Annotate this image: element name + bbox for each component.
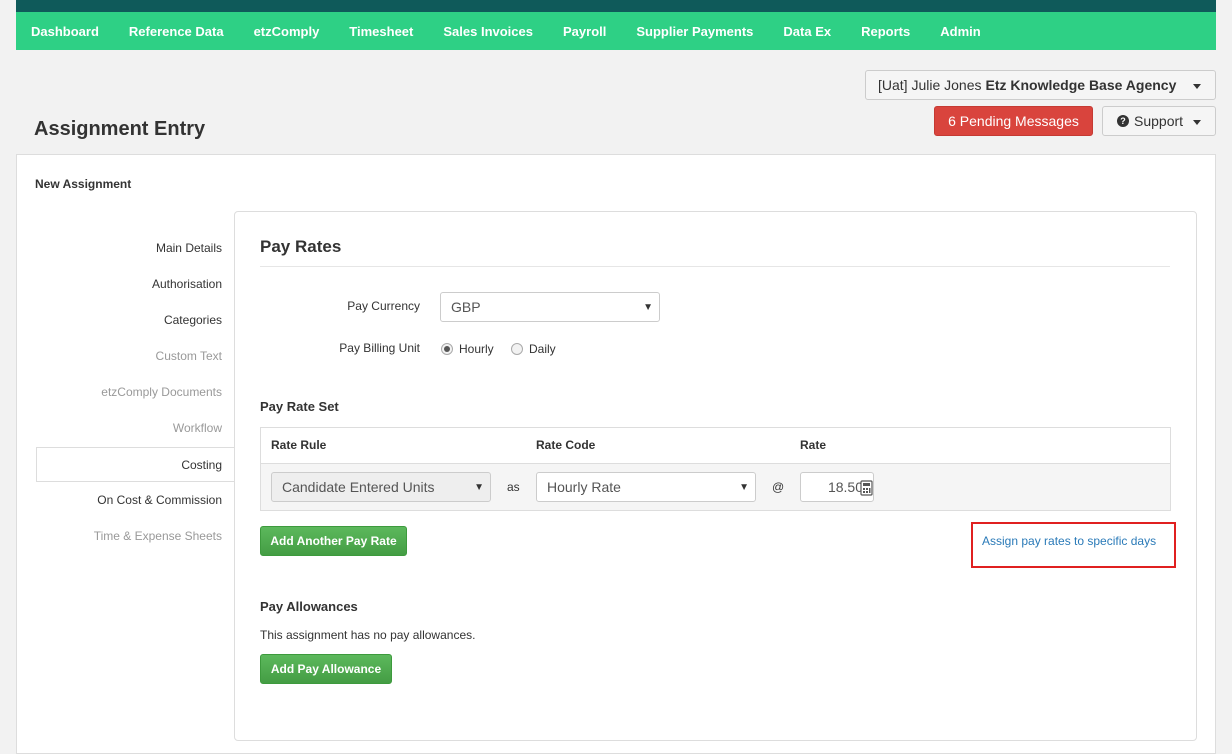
nav-dashboard[interactable]: Dashboard <box>31 24 99 39</box>
sidebar-item-categories[interactable]: Categories <box>36 303 234 338</box>
radio-checked-icon <box>441 343 453 355</box>
column-header-rate-rule: Rate Rule <box>271 438 327 452</box>
radio-unchecked-icon <box>511 343 523 355</box>
pay-currency-select[interactable]: GBP ▼ <box>440 292 660 322</box>
add-pay-allowance-button[interactable]: Add Pay Allowance <box>260 654 392 684</box>
nav-reports[interactable]: Reports <box>861 24 910 39</box>
chevron-down-icon <box>1193 84 1201 89</box>
billing-unit-daily-radio[interactable]: Daily <box>511 342 556 356</box>
user-name: [Uat] Julie Jones <box>878 77 982 93</box>
add-another-pay-rate-button[interactable]: Add Another Pay Rate <box>260 526 407 556</box>
pay-currency-value: GBP <box>451 299 481 315</box>
at-connector: @ <box>772 480 785 494</box>
radio-label-daily: Daily <box>529 342 556 356</box>
rate-rule-value: Candidate Entered Units <box>282 479 435 495</box>
nav-admin[interactable]: Admin <box>940 24 980 39</box>
rate-rule-select[interactable]: Candidate Entered Units ▼ <box>271 472 491 502</box>
sidebar-item-main-details[interactable]: Main Details <box>36 231 234 266</box>
sidebar-item-time-expense-sheets[interactable]: Time & Expense Sheets <box>36 519 234 554</box>
table-header-row: Rate Rule Rate Code Rate <box>261 428 1170 464</box>
calculator-icon[interactable] <box>860 480 873 496</box>
nav-etzcomply[interactable]: etzComply <box>254 24 320 39</box>
nav-data-ex[interactable]: Data Ex <box>783 24 831 39</box>
pay-allowances-heading: Pay Allowances <box>260 599 358 614</box>
chevron-down-icon <box>1193 120 1201 125</box>
assign-pay-rates-link[interactable]: Assign pay rates to specific days <box>982 534 1156 548</box>
nav-reference-data[interactable]: Reference Data <box>129 24 224 39</box>
support-label: Support <box>1134 113 1184 129</box>
sidebar-item-workflow[interactable]: Workflow <box>36 411 234 446</box>
rate-code-value: Hourly Rate <box>547 479 621 495</box>
sidebar-item-costing[interactable]: Costing <box>36 447 234 482</box>
question-circle-icon: ? <box>1117 115 1129 127</box>
billing-unit-hourly-radio[interactable]: Hourly <box>441 342 494 356</box>
pending-messages-button[interactable]: 6 Pending Messages <box>934 106 1093 136</box>
as-connector: as <box>507 480 520 494</box>
dropdown-arrow-icon: ▼ <box>739 482 749 493</box>
user-agency-dropdown[interactable]: [Uat] Julie Jones Etz Knowledge Base Age… <box>865 70 1216 100</box>
nav-supplier-payments[interactable]: Supplier Payments <box>636 24 753 39</box>
page-title: Assignment Entry <box>34 118 206 140</box>
sidebar-item-on-cost-commission[interactable]: On Cost & Commission <box>36 483 234 518</box>
sidebar-item-etzcomply-documents[interactable]: etzComply Documents <box>36 375 234 410</box>
radio-label-hourly: Hourly <box>459 342 494 356</box>
column-header-rate-code: Rate Code <box>536 438 596 452</box>
no-allowances-text: This assignment has no pay allowances. <box>260 628 476 642</box>
column-header-rate: Rate <box>800 438 827 452</box>
support-button[interactable]: ? Support <box>1102 106 1216 136</box>
pay-rate-set-heading: Pay Rate Set <box>260 399 339 414</box>
nav-sales-invoices[interactable]: Sales Invoices <box>443 24 533 39</box>
nav-payroll[interactable]: Payroll <box>563 24 606 39</box>
divider <box>260 266 1170 267</box>
dropdown-arrow-icon: ▼ <box>643 302 653 313</box>
top-accent-bar <box>16 0 1216 12</box>
pay-currency-label: Pay Currency <box>347 299 420 313</box>
main-nav: Dashboard Reference Data etzComply Times… <box>16 12 1216 50</box>
sidebar-item-authorisation[interactable]: Authorisation <box>36 267 234 302</box>
nav-timesheet[interactable]: Timesheet <box>349 24 413 39</box>
pay-rates-heading: Pay Rates <box>260 237 342 256</box>
pay-billing-unit-label: Pay Billing Unit <box>339 341 420 355</box>
rate-code-select[interactable]: Hourly Rate ▼ <box>536 472 756 502</box>
dropdown-arrow-icon: ▼ <box>474 482 484 493</box>
section-label: New Assignment <box>35 177 132 191</box>
agency-name: Etz Knowledge Base Agency <box>985 77 1177 93</box>
sidebar-item-custom-text[interactable]: Custom Text <box>36 339 234 374</box>
